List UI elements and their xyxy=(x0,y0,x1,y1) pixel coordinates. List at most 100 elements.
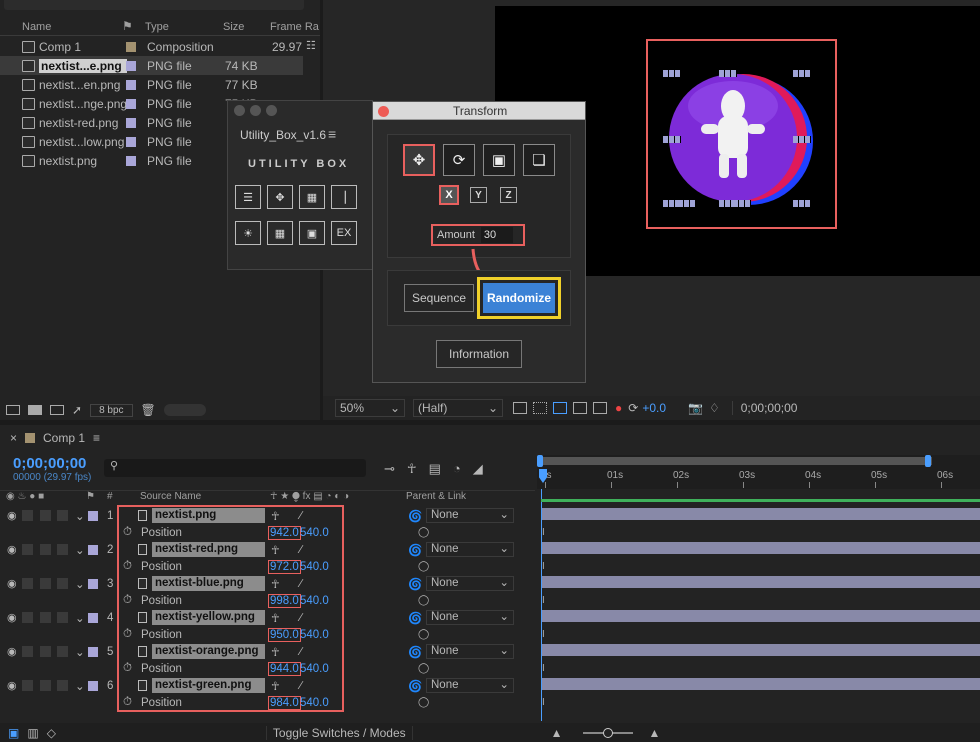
trash-icon[interactable]: 🗑 xyxy=(141,403,156,417)
eye-icon[interactable]: ◉ xyxy=(7,509,17,522)
menu-icon[interactable]: ≡ xyxy=(328,126,336,142)
label-swatch[interactable] xyxy=(126,60,136,71)
source-name-header[interactable]: Source Name xyxy=(140,491,201,502)
shy-switch[interactable] xyxy=(57,680,68,691)
label-swatch[interactable] xyxy=(126,79,136,90)
anchor-center-icon[interactable]: ✥ xyxy=(267,185,293,209)
solo-switch[interactable] xyxy=(22,578,33,589)
axis-x-button[interactable]: X xyxy=(439,185,459,205)
close-dot[interactable] xyxy=(234,105,245,116)
motion-blur-icon[interactable]: ◔ xyxy=(453,461,461,477)
interpret-icon[interactable] xyxy=(6,405,20,415)
information-button[interactable]: Information xyxy=(436,340,522,368)
label-swatch[interactable] xyxy=(88,680,98,691)
sequence-button[interactable]: Sequence xyxy=(404,284,474,312)
move-icon[interactable]: ✥ xyxy=(403,144,435,176)
new-comp-icon[interactable] xyxy=(50,405,64,415)
label-swatch[interactable] xyxy=(88,578,98,589)
layers-icon[interactable]: ⎥ xyxy=(331,185,357,209)
transform-handle[interactable] xyxy=(719,70,737,77)
parent-select[interactable]: None ⌄ xyxy=(426,576,514,591)
layer-search[interactable]: ⚲ xyxy=(104,459,366,477)
menu-icon[interactable]: ≡ xyxy=(93,431,100,445)
expression-button[interactable]: EX xyxy=(331,221,357,245)
timeline-ruler[interactable]: 0s01s02s03s04s05s06s xyxy=(537,455,980,489)
scale-icon[interactable]: ▣ xyxy=(483,144,515,176)
zoom-out-icon[interactable]: ▲ xyxy=(551,726,563,740)
frame-blend-icon[interactable]: ▤ xyxy=(429,461,441,477)
transform-handle[interactable] xyxy=(793,200,811,207)
layer-track[interactable] xyxy=(541,508,980,520)
shy-switch[interactable] xyxy=(57,544,68,555)
project-item[interactable]: nextist...en.png PNG file 77 KB xyxy=(0,75,303,94)
layer-track[interactable] xyxy=(541,610,980,622)
folder-icon[interactable] xyxy=(28,405,42,415)
eye-icon[interactable]: ◉ xyxy=(7,543,17,556)
transform-handle[interactable] xyxy=(663,70,681,77)
solo-switch[interactable] xyxy=(22,646,33,657)
transform-handle[interactable] xyxy=(733,200,751,207)
label-swatch[interactable] xyxy=(126,117,136,128)
close-dot[interactable] xyxy=(378,106,389,117)
min-dot[interactable] xyxy=(250,105,261,116)
snapshot-icon[interactable] xyxy=(513,402,527,414)
parent-link-header[interactable]: Parent & Link xyxy=(406,491,466,502)
pickwhip-icon[interactable]: ◯ xyxy=(418,527,429,538)
chevron-down-icon[interactable]: ⌄ xyxy=(75,577,85,591)
label-swatch[interactable] xyxy=(126,41,136,52)
parent-select[interactable]: None ⌄ xyxy=(426,508,514,523)
axis-z-button[interactable]: Z xyxy=(500,187,517,203)
label-swatch[interactable] xyxy=(126,136,136,147)
resolution-select[interactable]: (Half) ⌄ xyxy=(413,399,503,417)
expand-icon[interactable]: ▥ xyxy=(27,726,38,740)
switches-header[interactable]: ☥ ★ ⧭ fx ▤ ◔ ◐ ◑ xyxy=(270,491,349,502)
brush-icon[interactable]: ➚ xyxy=(72,403,82,417)
viewer-timecode[interactable]: 0;00;00;00 xyxy=(731,401,797,415)
chevron-down-icon[interactable]: ⌄ xyxy=(75,509,85,523)
pickwhip-icon[interactable]: ◯ xyxy=(418,663,429,674)
solo-switch[interactable] xyxy=(22,680,33,691)
shy-switch[interactable] xyxy=(57,578,68,589)
keyframe-marker[interactable]: I xyxy=(542,561,545,572)
layer-track[interactable] xyxy=(541,542,980,554)
layer-track[interactable] xyxy=(541,576,980,588)
randomize-button[interactable]: Randomize xyxy=(483,283,555,313)
col-size[interactable]: Size xyxy=(223,21,244,33)
axis-y-button[interactable]: Y xyxy=(470,187,487,203)
project-item[interactable]: Comp 1 Composition 29.97 xyxy=(0,37,303,56)
parent-pickwhip-icon[interactable]: 🌀 xyxy=(408,679,422,693)
chevron-down-icon[interactable]: ⌄ xyxy=(75,611,85,625)
parent-pickwhip-icon[interactable]: 🌀 xyxy=(408,645,422,659)
frame-icon[interactable]: ◇ xyxy=(47,726,56,740)
solo-switch[interactable] xyxy=(22,544,33,555)
transform-handle[interactable] xyxy=(793,70,811,77)
transform-handle[interactable] xyxy=(663,136,681,143)
shy-switch[interactable] xyxy=(57,612,68,623)
transparency-icon[interactable] xyxy=(593,402,607,414)
solo-switch[interactable] xyxy=(22,510,33,521)
pickwhip-icon[interactable]: ◯ xyxy=(418,561,429,572)
graph-editor-icon[interactable]: ◢ xyxy=(473,461,483,477)
parent-pickwhip-icon[interactable]: 🌀 xyxy=(408,509,422,523)
eye-icon[interactable]: ◉ xyxy=(7,577,17,590)
draft3d-icon[interactable]: ☥ xyxy=(407,461,417,477)
lock-switch[interactable] xyxy=(40,612,51,623)
grid-layout-icon[interactable]: ▦ xyxy=(299,185,325,209)
sun-icon[interactable]: ☀ xyxy=(235,221,261,245)
layer-track[interactable] xyxy=(541,644,980,656)
current-time[interactable]: 0;00;00;00 xyxy=(13,455,86,472)
lock-switch[interactable] xyxy=(40,646,51,657)
zoom-select[interactable]: 50% ⌄ xyxy=(335,399,405,417)
timeline-tab[interactable]: × Comp 1 ≡ xyxy=(10,431,100,445)
lock-switch[interactable] xyxy=(40,578,51,589)
work-area-start[interactable] xyxy=(537,455,543,467)
render-icon[interactable]: ▣ xyxy=(8,726,19,740)
zoom-knob[interactable] xyxy=(602,727,613,738)
parent-select[interactable]: None ⌄ xyxy=(426,610,514,625)
col-frame[interactable]: Frame Ra xyxy=(270,21,319,33)
align-left-icon[interactable]: ☰ xyxy=(235,185,261,209)
keyframe-marker[interactable]: I xyxy=(542,629,545,640)
keyframe-marker[interactable]: I xyxy=(542,663,545,674)
toggle-switches-button[interactable]: Toggle Switches / Modes xyxy=(265,725,413,740)
color-icon[interactable]: ♢ xyxy=(709,401,720,415)
